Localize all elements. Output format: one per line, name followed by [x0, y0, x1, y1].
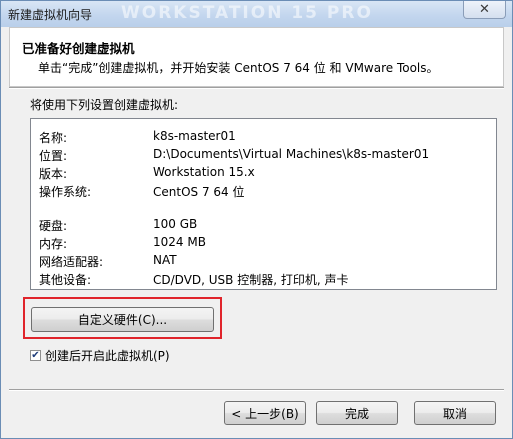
summary-key: 操作系统: [39, 185, 92, 199]
summary-row-disk: 硬盘: 100 GB [39, 217, 489, 235]
summary-row-network: 网络适配器: NAT [39, 253, 489, 271]
summary-key: 位置: [39, 149, 68, 163]
power-on-checkbox[interactable]: ✔ [30, 350, 41, 361]
title-bar[interactable]: 新建虚拟机向导 WORKSTATION 15 PRO ✕ [1, 1, 512, 27]
close-icon: ✕ [479, 2, 490, 17]
cancel-button[interactable]: 取消 [414, 401, 496, 425]
summary-row-version: 版本: Workstation 15.x [39, 165, 489, 183]
summary-value: 1024 MB [153, 235, 206, 249]
finish-button[interactable]: 完成 [316, 401, 398, 425]
summary-value: k8s-master01 [153, 129, 236, 143]
checkmark-icon: ✔ [31, 349, 40, 361]
summary-key: 内存: [39, 237, 68, 251]
title-watermark: WORKSTATION 15 PRO [121, 3, 373, 23]
back-button[interactable]: < 上一步(B) [224, 401, 306, 425]
window-title: 新建虚拟机向导 [8, 8, 93, 22]
summary-value: D:\Documents\Virtual Machines\k8s-master… [153, 147, 430, 161]
settings-label: 将使用下列设置创建虚拟机: [30, 98, 179, 112]
summary-key: 名称: [39, 131, 68, 145]
summary-value: Workstation 15.x [153, 165, 255, 179]
header-panel: 已准备好创建虚拟机 单击“完成”创建虚拟机，并开始安装 CentOS 7 64 … [9, 27, 504, 87]
summary-value: NAT [153, 253, 177, 267]
power-on-checkbox-row[interactable]: ✔ 创建后开启此虚拟机(P) [30, 347, 170, 364]
summary-key: 网络适配器: [39, 255, 104, 269]
page-subtitle: 单击“完成”创建虚拟机，并开始安装 CentOS 7 64 位 和 VMware… [38, 61, 439, 75]
summary-box: 名称: k8s-master01 位置: D:\Documents\Virtua… [30, 118, 497, 290]
summary-row-memory: 内存: 1024 MB [39, 235, 489, 253]
summary-key: 版本: [39, 167, 68, 181]
highlight-box [23, 297, 222, 339]
page-title: 已准备好创建虚拟机 [22, 41, 135, 56]
header-divider [9, 87, 504, 89]
summary-value: 100 GB [153, 217, 198, 231]
summary-key: 硬盘: [39, 219, 68, 233]
footer-divider [9, 389, 504, 391]
summary-row-os: 操作系统: CentOS 7 64 位 [39, 183, 489, 201]
summary-value: CentOS 7 64 位 [153, 185, 245, 199]
power-on-label: 创建后开启此虚拟机(P) [45, 349, 170, 363]
summary-key: 其他设备: [39, 273, 92, 287]
summary-row-name: 名称: k8s-master01 [39, 129, 489, 147]
close-button[interactable]: ✕ [463, 1, 506, 19]
new-vm-wizard-window: 新建虚拟机向导 WORKSTATION 15 PRO ✕ 已准备好创建虚拟机 单… [0, 0, 513, 439]
summary-row-other-devices: 其他设备: CD/DVD, USB 控制器, 打印机, 声卡 [39, 271, 489, 289]
summary-value: CD/DVD, USB 控制器, 打印机, 声卡 [153, 273, 349, 287]
summary-row-location: 位置: D:\Documents\Virtual Machines\k8s-ma… [39, 147, 489, 165]
